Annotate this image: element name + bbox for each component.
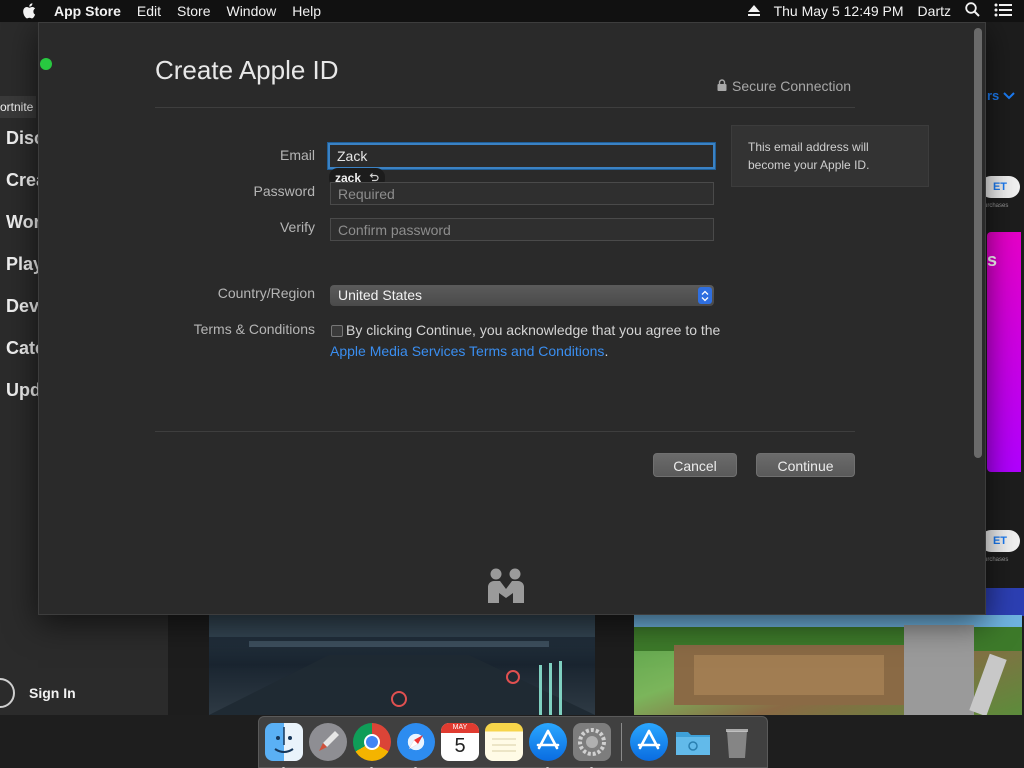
password-field[interactable] — [330, 182, 714, 205]
app-store-downloads-icon[interactable] — [630, 723, 668, 761]
email-field[interactable] — [328, 143, 715, 169]
sidebar-tab-fortnite[interactable]: ortnite — [0, 96, 36, 118]
footer-divider — [155, 431, 855, 432]
app-store-icon[interactable] — [529, 723, 567, 768]
dialog-title: Create Apple ID — [155, 55, 339, 85]
in-app-purchases-note-2: urchases — [984, 557, 1009, 563]
get-button[interactable]: ET — [980, 176, 1020, 198]
country-label: Country/Region — [217, 285, 315, 301]
avatar-icon — [0, 678, 15, 708]
dock-separator — [621, 723, 622, 761]
chevron-down-icon — [1003, 92, 1015, 100]
window-zoom-button[interactable] — [40, 58, 52, 70]
country-select[interactable]: United States — [330, 285, 714, 306]
family-sharing-icon — [485, 567, 527, 608]
secure-connection: Secure Connection — [717, 78, 851, 94]
verify-password-field[interactable] — [330, 218, 714, 241]
sign-in-label: Sign In — [29, 685, 76, 701]
menu-help[interactable]: Help — [292, 3, 321, 19]
sidebar-item-develop[interactable]: Dev — [6, 296, 39, 317]
menu-bar: App Store Edit Store Window Help Thu May… — [0, 0, 1024, 22]
notification-center-icon[interactable] — [994, 3, 1012, 20]
cancel-button[interactable]: Cancel — [653, 453, 737, 477]
terms-text: By clicking Continue, you acknowledge th… — [330, 320, 730, 362]
email-label: Email — [279, 147, 315, 163]
spotlight-search-icon[interactable] — [965, 2, 980, 20]
launchpad-icon[interactable] — [309, 723, 347, 761]
secure-connection-label: Secure Connection — [732, 78, 852, 94]
email-hint: This email address will become your Appl… — [731, 125, 929, 187]
see-all-label: rs — [987, 88, 1000, 103]
folder-icon[interactable] — [674, 723, 712, 761]
vertical-scrollbar[interactable] — [974, 28, 982, 458]
safari-icon[interactable] — [397, 723, 435, 768]
password-label: Password — [253, 183, 315, 199]
calendar-icon[interactable]: MAY 5 — [441, 723, 479, 761]
create-apple-id-dialog: Create Apple ID Secure Connection Email … — [38, 22, 986, 615]
game-thumbnail-minecraft[interactable] — [634, 615, 1022, 715]
menu-window[interactable]: Window — [226, 3, 276, 19]
sign-in-button[interactable]: Sign In — [0, 678, 76, 708]
verify-label: Verify — [279, 219, 315, 235]
select-stepper-icon — [698, 287, 712, 304]
menu-app-store[interactable]: App Store — [54, 3, 121, 19]
terms-text-end: . — [604, 343, 609, 359]
finder-icon[interactable] — [265, 723, 303, 768]
game-thumbnail-dark[interactable] — [209, 615, 595, 715]
header-divider — [155, 107, 855, 108]
menu-user[interactable]: Dartz — [918, 3, 951, 19]
terms-link[interactable]: Apple Media Services Terms and Condition… — [330, 343, 604, 359]
calendar-month: MAY — [441, 723, 479, 733]
lock-icon — [717, 78, 727, 94]
promo-card-text: s — [987, 250, 998, 270]
system-preferences-icon[interactable] — [573, 723, 611, 768]
notes-icon[interactable] — [485, 723, 523, 761]
country-value: United States — [338, 287, 423, 303]
dock: MAY 5 — [258, 716, 768, 768]
app-banner — [986, 588, 1024, 616]
terms-label: Terms & Conditions — [193, 321, 315, 337]
get-button-2[interactable]: ET — [980, 530, 1020, 552]
menu-edit[interactable]: Edit — [137, 3, 161, 19]
terms-text-body: By clicking Continue, you acknowledge th… — [346, 322, 721, 338]
trash-icon[interactable] — [718, 723, 756, 761]
apple-menu-icon[interactable] — [18, 0, 40, 22]
see-all-link[interactable]: rs — [987, 88, 1015, 103]
sidebar-item-work[interactable]: Wor — [6, 212, 41, 233]
sidebar-item-updates[interactable]: Upd — [6, 380, 41, 401]
chrome-icon[interactable] — [353, 723, 391, 768]
menu-store[interactable]: Store — [177, 3, 210, 19]
in-app-purchases-note: urchases — [984, 203, 1009, 209]
promo-card[interactable]: s — [987, 232, 1021, 472]
menu-clock[interactable]: Thu May 5 12:49 PM — [774, 3, 904, 19]
eject-icon[interactable] — [747, 3, 760, 19]
calendar-day: 5 — [454, 735, 466, 757]
continue-button[interactable]: Continue — [756, 453, 855, 477]
